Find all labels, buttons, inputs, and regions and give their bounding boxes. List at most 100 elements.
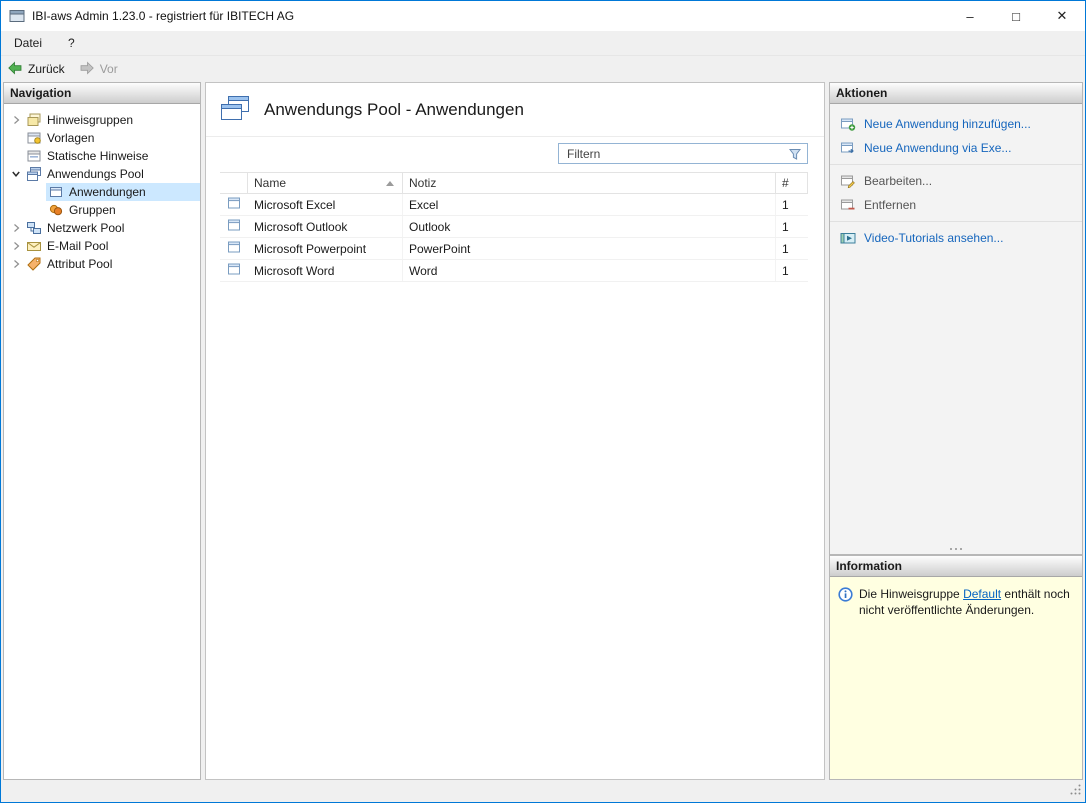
filter-funnel-icon[interactable] [788, 147, 802, 161]
new-application-exe-icon [840, 140, 856, 156]
attribut-pool-icon [26, 256, 42, 272]
table-row-word[interactable]: Microsoft Word Word 1 [220, 260, 808, 282]
column-header-icon [220, 173, 248, 193]
page-title: Anwendungs Pool - Anwendungen [264, 100, 524, 119]
filter-input[interactable] [567, 144, 788, 163]
action-neue-anwendung-via-exe[interactable]: Neue Anwendung via Exe... [830, 136, 1082, 160]
edit-icon [840, 173, 856, 189]
statische-hinweise-icon [26, 148, 42, 164]
cell-count: 1 [782, 241, 789, 256]
cell-notiz: PowerPoint [403, 238, 776, 259]
tree-item-attribut-pool[interactable]: Attribut Pool [4, 255, 200, 273]
table-header-row: Name Notiz # [220, 172, 808, 194]
minimize-button[interactable]: – [947, 1, 993, 31]
tree-item-gruppen[interactable]: Gruppen [4, 201, 200, 219]
cell-count: 1 [782, 197, 789, 212]
panel-splitter[interactable] [830, 543, 1082, 554]
new-application-icon [840, 116, 856, 132]
action-video-tutorials[interactable]: Video-Tutorials ansehen... [830, 226, 1082, 250]
forward-button[interactable]: Vor [79, 60, 118, 79]
vorlagen-icon [26, 130, 42, 146]
cell-name: Microsoft Word [248, 260, 403, 281]
close-button[interactable]: ✕ [1039, 1, 1085, 31]
cell-count: 1 [782, 219, 789, 234]
action-bearbeiten[interactable]: Bearbeiten... [830, 169, 1082, 193]
toolbar: Zurück Vor [1, 55, 1085, 82]
chevron-down-icon[interactable] [8, 169, 24, 179]
menu-bar: Datei ? [1, 31, 1085, 55]
chevron-right-icon[interactable] [8, 241, 24, 251]
application-icon [227, 240, 241, 257]
tree-item-anwendungen[interactable]: Anwendungen [4, 183, 200, 201]
separator [830, 221, 1082, 222]
table-row-powerpoint[interactable]: Microsoft Powerpoint PowerPoint 1 [220, 238, 808, 260]
navigation-header: Navigation [4, 83, 200, 104]
back-button[interactable]: Zurück [7, 60, 65, 79]
application-icon [227, 262, 241, 279]
hinweisgruppen-icon [26, 112, 42, 128]
maximize-button[interactable]: □ [993, 1, 1039, 31]
navigation-panel: Navigation Hinweisgruppen Vorlagen Stati… [3, 82, 201, 780]
tree-item-statische-hinweise[interactable]: Statische Hinweise [4, 147, 200, 165]
cell-name: Microsoft Powerpoint [248, 238, 403, 259]
app-window: IBI-aws Admin 1.23.0 - registriert für I… [0, 0, 1086, 803]
back-arrow-icon [7, 60, 23, 79]
remove-icon [840, 197, 856, 213]
cell-name: Microsoft Excel [248, 194, 403, 215]
main-panel: Anwendungs Pool - Anwendungen Name Notiz… [205, 82, 825, 780]
video-tutorials-icon [840, 230, 856, 246]
gruppen-icon [48, 202, 64, 218]
information-panel: Information Die Hinweisgruppe Default en… [829, 555, 1083, 780]
netzwerk-pool-icon [26, 220, 42, 236]
cell-notiz: Word [403, 260, 776, 281]
tree-item-vorlagen[interactable]: Vorlagen [4, 129, 200, 147]
applications-header-icon [220, 95, 250, 125]
chevron-right-icon[interactable] [8, 259, 24, 269]
cell-count: 1 [782, 263, 789, 278]
column-header-count[interactable]: # [776, 173, 808, 193]
tree-item-hinweisgruppen[interactable]: Hinweisgruppen [4, 111, 200, 129]
application-icon [227, 218, 241, 235]
tree-item-email-pool[interactable]: E-Mail Pool [4, 237, 200, 255]
information-header: Information [830, 556, 1082, 577]
minimize-icon: – [966, 8, 974, 24]
application-icon [227, 196, 241, 213]
filter-box [558, 143, 808, 164]
action-neue-anwendung-hinzufuegen[interactable]: Neue Anwendung hinzufügen... [830, 112, 1082, 136]
cell-name: Microsoft Outlook [248, 216, 403, 237]
actions-header: Aktionen [830, 83, 1082, 104]
app-icon [9, 8, 25, 24]
menu-help[interactable]: ? [68, 36, 75, 50]
menu-datei[interactable]: Datei [14, 36, 42, 50]
information-content: Die Hinweisgruppe Default enthält noch n… [830, 577, 1082, 779]
column-header-notiz[interactable]: Notiz [403, 173, 776, 193]
info-icon [838, 587, 853, 602]
cell-notiz: Outlook [403, 216, 776, 237]
action-entfernen[interactable]: Entfernen [830, 193, 1082, 217]
resize-grip[interactable] [1069, 783, 1082, 799]
close-icon: ✕ [1056, 8, 1068, 23]
tree-item-netzwerk-pool[interactable]: Netzwerk Pool [4, 219, 200, 237]
anwendungs-pool-icon [26, 166, 42, 182]
actions-panel: Aktionen Neue Anwendung hinzufügen... Ne… [829, 82, 1083, 555]
tree-item-anwendungs-pool[interactable]: Anwendungs Pool [4, 165, 200, 183]
column-header-name[interactable]: Name [248, 173, 403, 193]
filter-row [206, 137, 824, 169]
client-area: Navigation Hinweisgruppen Vorlagen Stati… [1, 82, 1085, 781]
navigation-tree: Hinweisgruppen Vorlagen Statische Hinwei… [4, 104, 200, 273]
email-pool-icon [26, 238, 42, 254]
status-bar [1, 781, 1085, 802]
main-header: Anwendungs Pool - Anwendungen [206, 83, 824, 137]
default-group-link[interactable]: Default [963, 587, 1001, 601]
chevron-right-icon[interactable] [8, 115, 24, 125]
applications-table: Name Notiz # Microsoft Excel Excel 1 Mic… [220, 172, 808, 282]
table-row-outlook[interactable]: Microsoft Outlook Outlook 1 [220, 216, 808, 238]
chevron-right-icon[interactable] [8, 223, 24, 233]
anwendungen-icon [48, 184, 64, 200]
action-list: Neue Anwendung hinzufügen... Neue Anwend… [830, 104, 1082, 250]
table-row-excel[interactable]: Microsoft Excel Excel 1 [220, 194, 808, 216]
forward-arrow-icon [79, 60, 95, 79]
cell-notiz: Excel [403, 194, 776, 215]
information-message: Die Hinweisgruppe Default enthält noch n… [859, 587, 1070, 617]
separator [830, 164, 1082, 165]
